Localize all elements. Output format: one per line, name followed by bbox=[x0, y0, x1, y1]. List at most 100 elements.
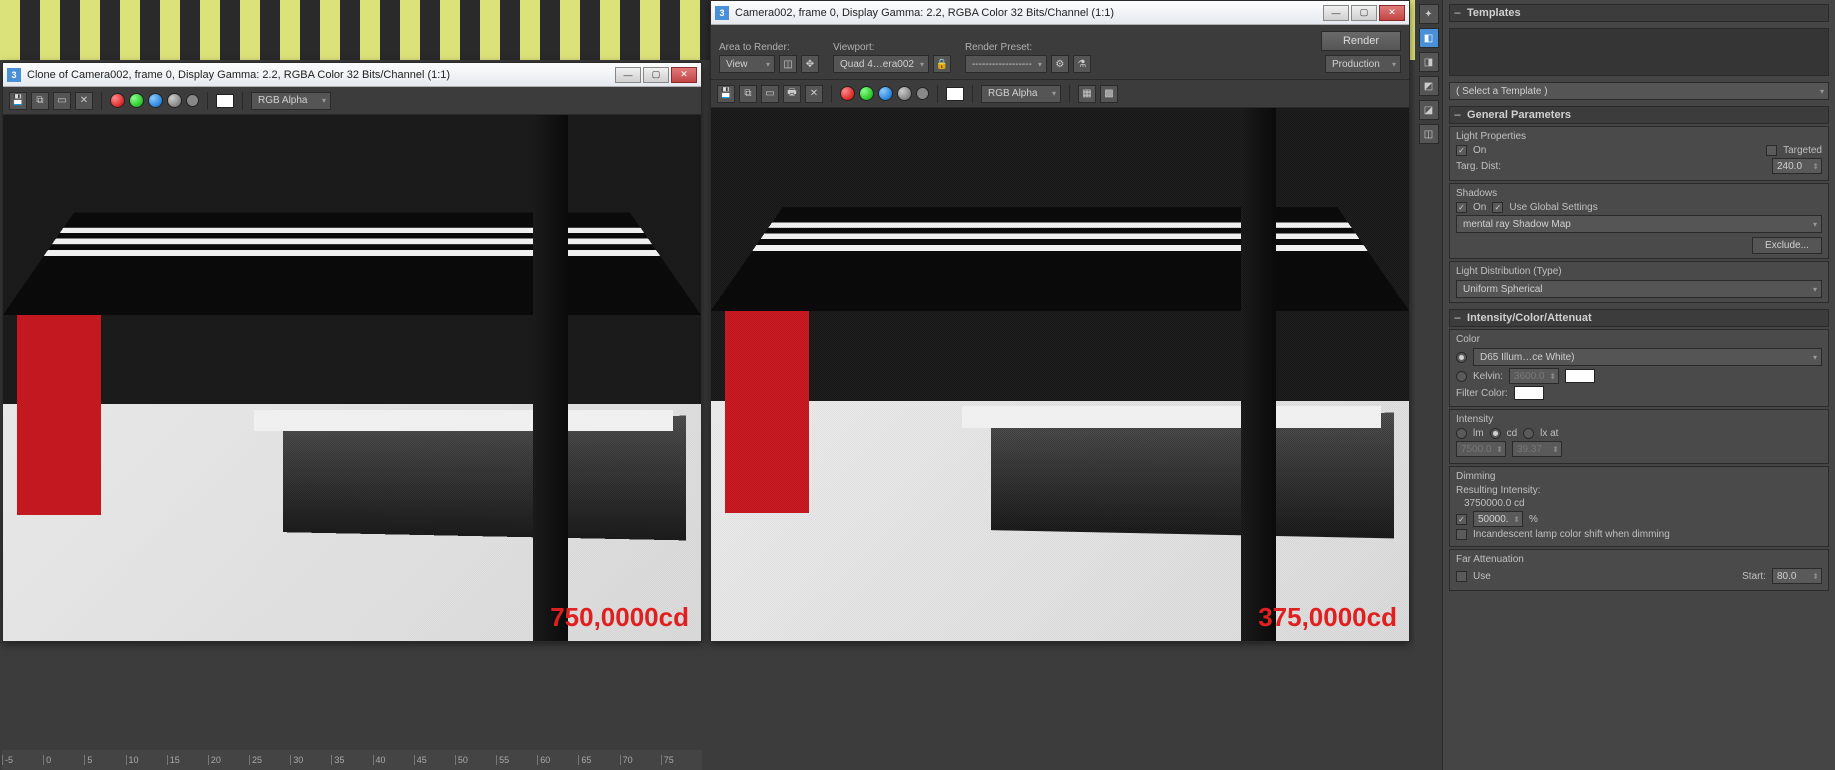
kelvin-label: Kelvin: bbox=[1473, 371, 1503, 382]
incand-label: Incandescent lamp color shift when dimmi… bbox=[1473, 529, 1822, 540]
clone-icon[interactable]: ▭ bbox=[53, 92, 71, 110]
preset-load-icon[interactable]: ⚗ bbox=[1073, 55, 1091, 73]
dim-pct-checkbox[interactable]: ✓ bbox=[1456, 514, 1467, 525]
on-checkbox[interactable]: ✓ bbox=[1456, 145, 1467, 156]
render-mode-dropdown[interactable]: Production bbox=[1325, 55, 1401, 73]
faratten-label: Far Attenuation bbox=[1456, 554, 1822, 565]
intensity-rollout[interactable]: Intensity/Color/Attenuat bbox=[1449, 309, 1829, 327]
int-val2-spinner[interactable]: 39.37 bbox=[1512, 441, 1562, 457]
minimize-button[interactable]: — bbox=[1323, 5, 1349, 21]
minimize-button[interactable]: — bbox=[615, 67, 641, 83]
copy-icon[interactable]: ⧉ bbox=[31, 92, 49, 110]
titlebar[interactable]: 3 Clone of Camera002, frame 0, Display G… bbox=[3, 63, 701, 87]
bg-swatch[interactable] bbox=[946, 87, 964, 101]
dist-dropdown[interactable]: Uniform Spherical bbox=[1456, 280, 1822, 298]
targeted-checkbox[interactable] bbox=[1766, 145, 1777, 156]
incand-checkbox[interactable] bbox=[1456, 529, 1467, 540]
cd-radio[interactable] bbox=[1490, 428, 1501, 439]
dimming-label: Dimming bbox=[1456, 471, 1822, 482]
tab-display-icon[interactable]: ◪ bbox=[1419, 100, 1439, 120]
lx-radio[interactable] bbox=[1523, 428, 1534, 439]
preset-save-icon[interactable]: ⚙ bbox=[1051, 55, 1069, 73]
intensity-overlay-right: 375,0000cd bbox=[1258, 602, 1397, 633]
kelvin-swatch[interactable] bbox=[1565, 369, 1595, 383]
channel-red-icon[interactable] bbox=[110, 93, 125, 108]
overlay-b-icon[interactable]: ▩ bbox=[1100, 85, 1118, 103]
preset-label: Render Preset: bbox=[965, 42, 1091, 53]
cd-label: cd bbox=[1507, 428, 1518, 439]
channel-red-icon[interactable] bbox=[840, 86, 855, 101]
mono-icon[interactable] bbox=[916, 87, 929, 100]
copy-icon[interactable]: ⧉ bbox=[739, 85, 757, 103]
close-button[interactable]: ✕ bbox=[1379, 5, 1405, 21]
start-spinner[interactable]: 80.0 bbox=[1772, 568, 1822, 584]
tab-modify-icon[interactable]: ◧ bbox=[1419, 28, 1439, 48]
templates-rollout[interactable]: Templates bbox=[1449, 4, 1829, 22]
maximize-button[interactable]: ▢ bbox=[1351, 5, 1377, 21]
channel-blue-icon[interactable] bbox=[878, 86, 893, 101]
delete-icon[interactable]: ✕ bbox=[75, 92, 93, 110]
color-preset-radio[interactable] bbox=[1456, 352, 1467, 363]
bg-swatch[interactable] bbox=[216, 94, 234, 108]
ruler-tick: 35 bbox=[331, 755, 372, 765]
channel-dropdown[interactable]: RGB Alpha bbox=[981, 85, 1061, 103]
tab-motion-icon[interactable]: ◩ bbox=[1419, 76, 1439, 96]
channel-alpha-icon[interactable] bbox=[167, 93, 182, 108]
region-icon[interactable]: ◫ bbox=[779, 55, 797, 73]
ruler-tick: 5 bbox=[84, 755, 125, 765]
lm-radio[interactable] bbox=[1456, 428, 1467, 439]
shadows-on-checkbox[interactable]: ✓ bbox=[1456, 202, 1467, 213]
on-label2: On bbox=[1473, 202, 1486, 213]
channel-green-icon[interactable] bbox=[129, 93, 144, 108]
light-props-label: Light Properties bbox=[1456, 131, 1822, 142]
light-properties-group: Light Properties ✓ On Targeted Targ. Dis… bbox=[1449, 126, 1829, 181]
dim-pct-spinner[interactable]: 50000. bbox=[1473, 511, 1523, 527]
close-button[interactable]: ✕ bbox=[671, 67, 697, 83]
targdist-spinner[interactable]: 240.0 bbox=[1772, 158, 1822, 174]
channel-dropdown[interactable]: RGB Alpha bbox=[251, 92, 331, 110]
channel-blue-icon[interactable] bbox=[148, 93, 163, 108]
maximize-button[interactable]: ▢ bbox=[643, 67, 669, 83]
kelvin-radio[interactable] bbox=[1456, 371, 1467, 382]
overlay-a-icon[interactable]: ▦ bbox=[1078, 85, 1096, 103]
clone-icon[interactable]: ▭ bbox=[761, 85, 779, 103]
delete-icon[interactable]: ✕ bbox=[805, 85, 823, 103]
mono-icon[interactable] bbox=[186, 94, 199, 107]
crop-icon[interactable]: ✥ bbox=[801, 55, 819, 73]
general-rollout[interactable]: General Parameters bbox=[1449, 106, 1829, 124]
tab-hierarchy-icon[interactable]: ◨ bbox=[1419, 52, 1439, 72]
kelvin-spinner[interactable]: 3600.0 bbox=[1509, 368, 1559, 384]
preset-dropdown[interactable]: ------------------ bbox=[965, 55, 1047, 73]
exclude-button[interactable]: Exclude... bbox=[1752, 237, 1822, 254]
lock-icon[interactable]: 🔒 bbox=[933, 55, 951, 73]
print-icon[interactable]: 🖶 bbox=[783, 85, 801, 103]
timeline-ruler[interactable]: -5051015202530354045505560657075 bbox=[2, 750, 702, 770]
app-icon: 3 bbox=[715, 6, 729, 20]
frame-toolbar: 💾 ⧉ ▭ ✕ RGB Alpha bbox=[3, 87, 701, 115]
color-group: Color D65 Illum…ce White) Kelvin: 3600.0… bbox=[1449, 329, 1829, 407]
area-dropdown[interactable]: View bbox=[719, 55, 775, 73]
color-label: Color bbox=[1456, 334, 1822, 345]
template-select[interactable]: ( Select a Template ) bbox=[1449, 82, 1829, 100]
color-preset-dropdown[interactable]: D65 Illum…ce White) bbox=[1473, 348, 1822, 366]
channel-alpha-icon[interactable] bbox=[897, 86, 912, 101]
titlebar[interactable]: 3 Camera002, frame 0, Display Gamma: 2.2… bbox=[711, 1, 1409, 25]
save-icon[interactable]: 💾 bbox=[9, 92, 27, 110]
render-button[interactable]: Render bbox=[1321, 31, 1401, 51]
frame-window-clone: 3 Clone of Camera002, frame 0, Display G… bbox=[2, 62, 702, 642]
shadows-group: Shadows ✓ On ✓ Use Global Settings menta… bbox=[1449, 183, 1829, 259]
ruler-tick: -5 bbox=[2, 755, 43, 765]
int-val1-spinner[interactable]: 7500.0 bbox=[1456, 441, 1506, 457]
tab-utilities-icon[interactable]: ◫ bbox=[1419, 124, 1439, 144]
shadow-type-dropdown[interactable]: mental ray Shadow Map bbox=[1456, 215, 1822, 233]
area-label: Area to Render: bbox=[719, 42, 819, 53]
viewport-dropdown[interactable]: Quad 4…era002 bbox=[833, 55, 929, 73]
use-checkbox[interactable] bbox=[1456, 571, 1467, 582]
tab-create-icon[interactable]: ✦ bbox=[1419, 4, 1439, 24]
ruler-tick: 0 bbox=[43, 755, 84, 765]
use-global-checkbox[interactable]: ✓ bbox=[1492, 202, 1503, 213]
save-icon[interactable]: 💾 bbox=[717, 85, 735, 103]
channel-green-icon[interactable] bbox=[859, 86, 874, 101]
result-label: Resulting Intensity: bbox=[1456, 485, 1541, 496]
filter-swatch[interactable] bbox=[1514, 386, 1544, 400]
